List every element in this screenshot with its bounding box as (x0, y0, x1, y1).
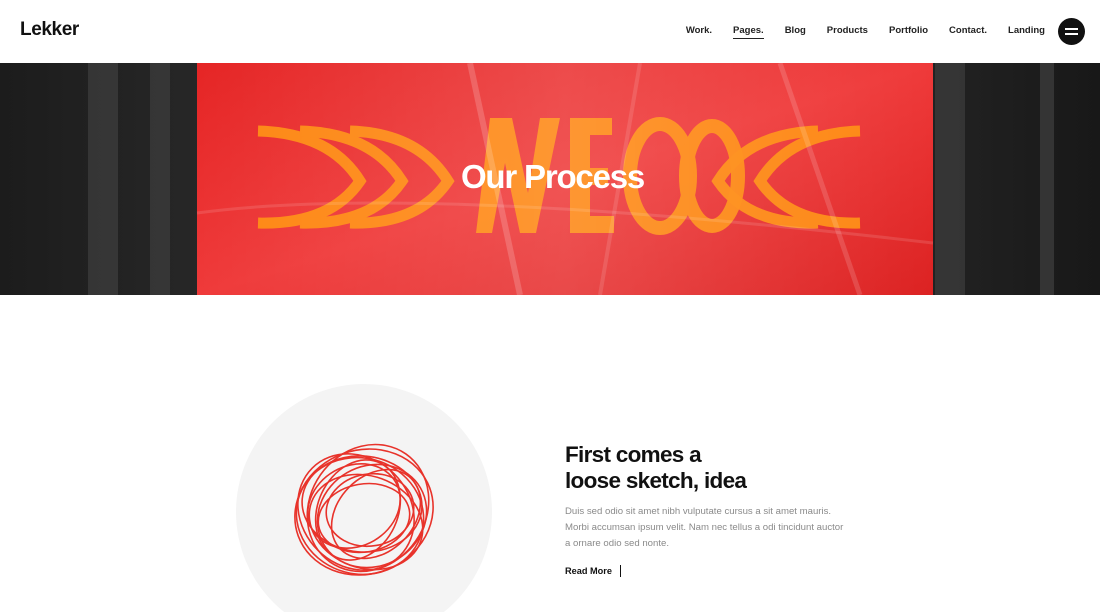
nav-item-contact[interactable]: Contact. (949, 25, 987, 39)
read-more-label: Read More (565, 566, 612, 576)
hamburger-icon (1065, 28, 1078, 30)
feature-title: First comes a loose sketch, idea (565, 442, 865, 494)
scribble-illustration (294, 443, 434, 576)
nav-item-work[interactable]: Work. (686, 25, 712, 39)
nav-item-portfolio[interactable]: Portfolio (889, 25, 928, 39)
feature-title-line-2: loose sketch, idea (565, 468, 747, 493)
hamburger-icon-line (1065, 33, 1078, 35)
site-header: Lekker Work. Pages. Blog Products Portfo… (0, 0, 1100, 63)
hero-title: Our Process (460, 158, 645, 195)
nav-item-products[interactable]: Products (827, 25, 868, 39)
read-more-cursor-icon (619, 565, 622, 577)
feature-description: Duis sed odio sit amet nibh vulputate cu… (565, 506, 844, 549)
feature-title-line-1: First comes a (565, 442, 702, 467)
nav-item-pages[interactable]: Pages. (733, 25, 764, 39)
site-logo[interactable]: Lekker (20, 19, 79, 41)
read-more-link[interactable]: Read More (565, 565, 622, 577)
menu-button[interactable] (1058, 18, 1085, 45)
nav-item-blog[interactable]: Blog (785, 25, 806, 39)
feature-illustration-circle (236, 384, 492, 612)
nav-item-landing[interactable]: Landing (1008, 25, 1045, 39)
hero-banner: Our Process (0, 63, 1100, 295)
main-nav: Work. Pages. Blog Products Portfolio Con… (665, 25, 1045, 39)
